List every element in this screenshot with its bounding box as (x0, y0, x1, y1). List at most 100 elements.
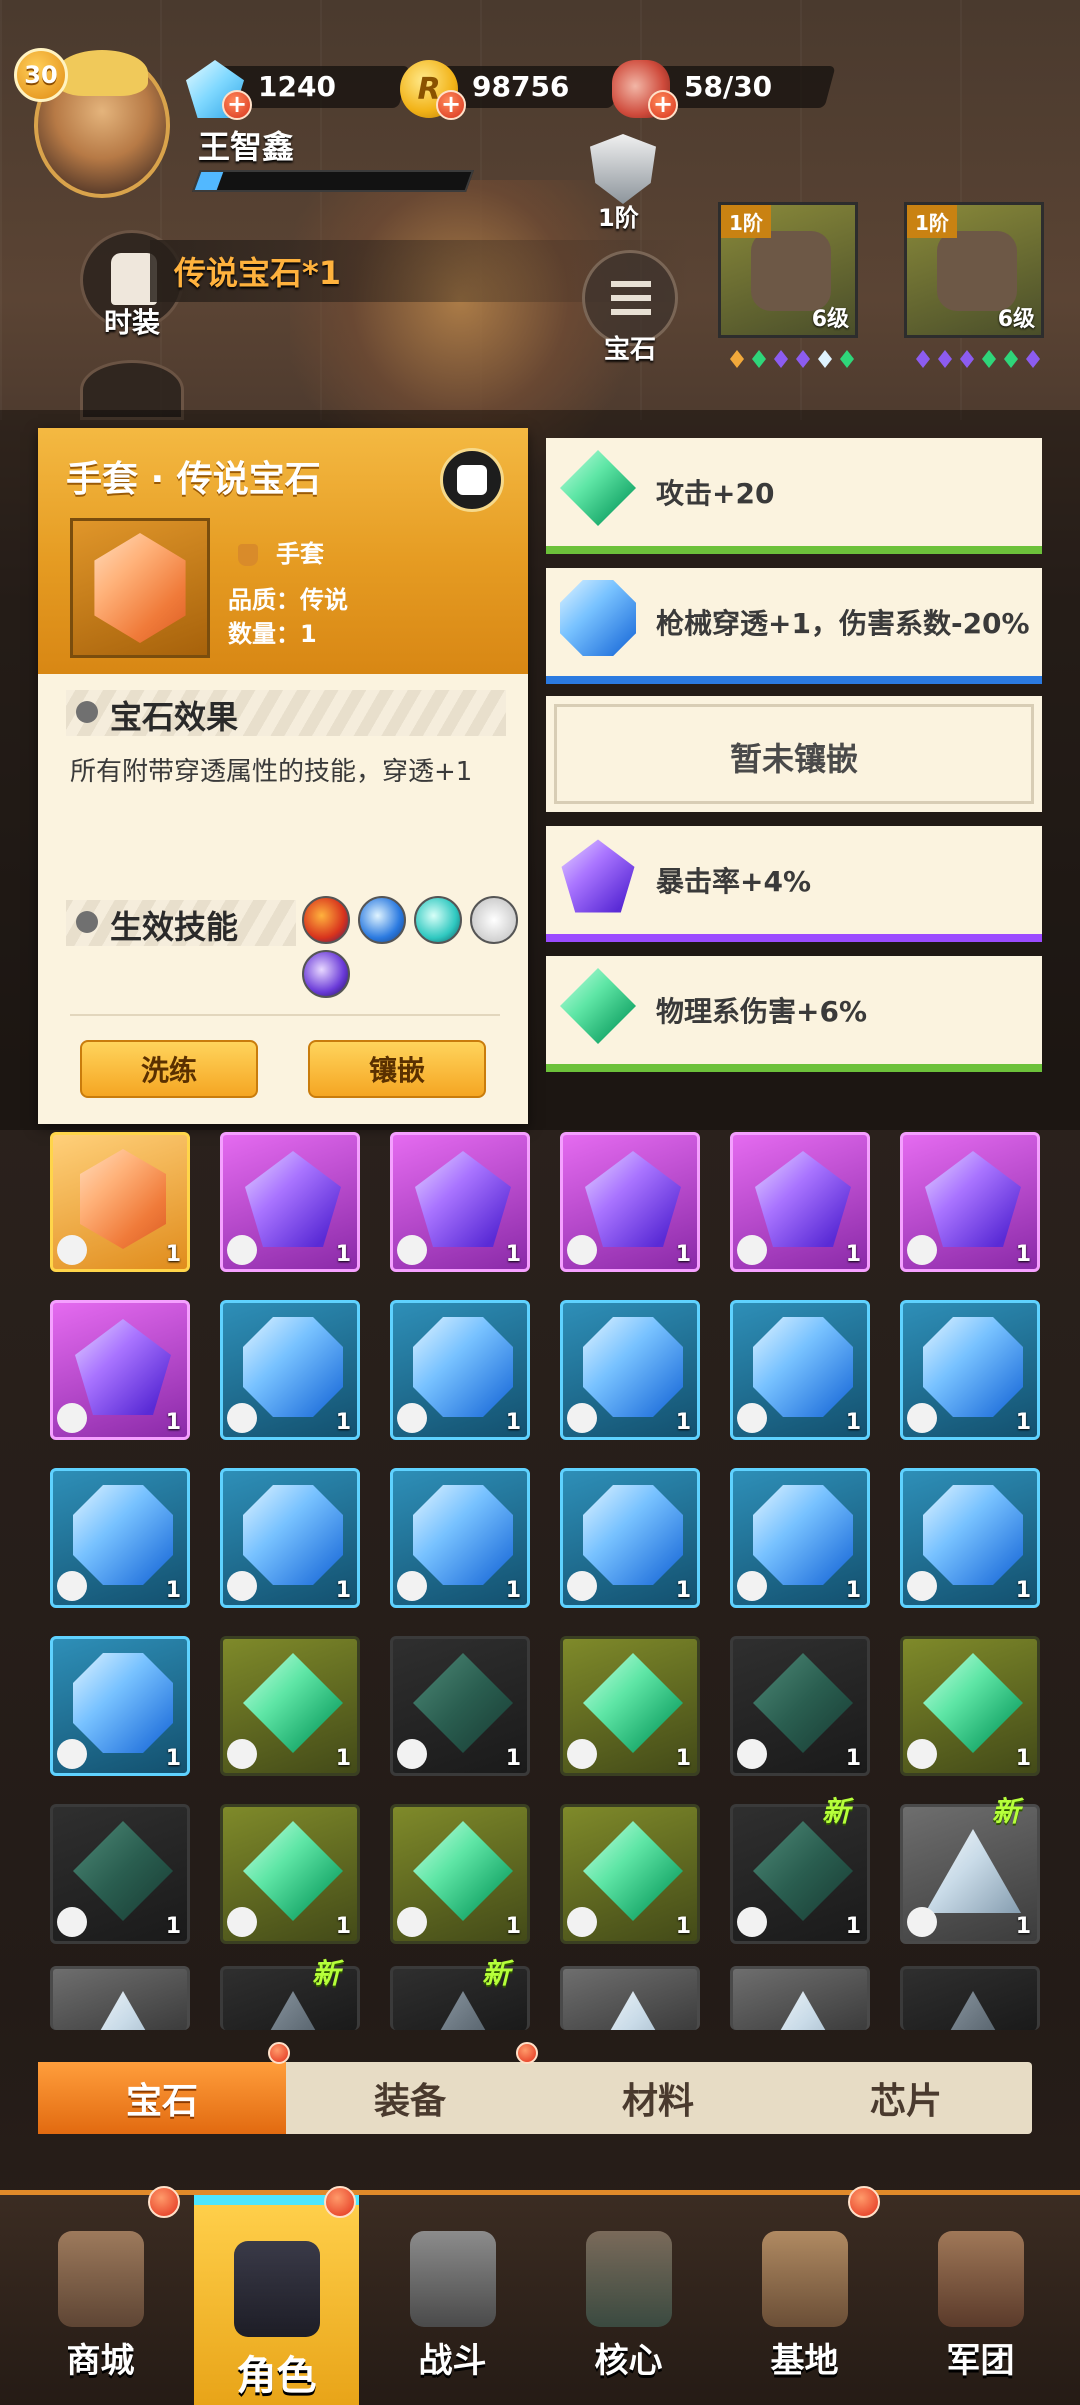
inventory-gem-cell[interactable]: 1 (900, 1300, 1040, 1440)
nav-label: 军团 (946, 2341, 1015, 2381)
gem-count: 1 (675, 1242, 691, 1267)
refine-button[interactable]: 洗练 (80, 1040, 258, 1098)
equipment-helmet[interactable]: 1阶 6级 (718, 202, 858, 338)
inventory-gem-cell[interactable]: 1 (730, 1132, 870, 1272)
resource-diamond[interactable]: + 1240 (186, 60, 426, 120)
inventory-gem-cell[interactable]: 1 (220, 1804, 360, 1944)
inventory-gem-cell[interactable]: 1 (900, 1132, 1040, 1272)
inventory-gem-cell[interactable]: 1 (560, 1468, 700, 1608)
blue-gem-icon (753, 1485, 853, 1585)
gem-slot-text: 攻击+20 (656, 477, 775, 510)
equipment-part-icon (737, 1907, 767, 1937)
inventory-gem-cell[interactable]: 1 (900, 1636, 1040, 1776)
equipment-part-icon (227, 1403, 257, 1433)
inventory-gem-cell[interactable]: 1 (50, 1300, 190, 1440)
effect-description: 所有附带穿透属性的技能，穿透+1 (70, 757, 473, 787)
inventory-gem-cell[interactable]: 1 (50, 1132, 190, 1272)
inlay-button[interactable]: 镶嵌 (308, 1040, 486, 1098)
inventory-gem-cell[interactable]: 1 (560, 1804, 700, 1944)
nav-battle[interactable]: 战斗 (370, 2195, 535, 2405)
check-icon (76, 911, 98, 933)
inventory-gem-cell[interactable]: 1 (390, 1468, 530, 1608)
tab-chips[interactable]: 芯片 (782, 2062, 1030, 2134)
add-coin-button[interactable]: + (436, 90, 466, 120)
inventory-gem-cell[interactable]: 1 (560, 1300, 700, 1440)
blue-gem-icon (413, 1317, 513, 1417)
inventory-gem-cell[interactable]: 1 (220, 1468, 360, 1608)
inventory-gem-cell[interactable]: 1 (390, 1636, 530, 1776)
slot-stripe (546, 546, 1042, 554)
inventory-gem-cell[interactable]: 1 (220, 1132, 360, 1272)
resource-stamina[interactable]: + 58/30 (612, 60, 852, 120)
green-rhombus-gem-icon (560, 968, 636, 1044)
green-gem-icon (923, 1653, 1023, 1753)
swap-button[interactable] (440, 448, 504, 512)
gem-slot-3-empty[interactable]: 暂未镶嵌 (546, 696, 1042, 812)
gem-dot (818, 350, 832, 368)
inventory-gem-cell[interactable]: 1 (560, 1132, 700, 1272)
gem-slot-2[interactable]: 枪械穿透+1，伤害系数-20% (546, 568, 1042, 684)
gem-slot-label: 手套 (276, 540, 324, 568)
inventory-gem-cell[interactable] (50, 1966, 190, 2030)
blue-gem-icon (923, 1317, 1023, 1417)
inventory-gem-cell[interactable]: 1 (50, 1636, 190, 1776)
ice-skill-icon[interactable] (358, 896, 406, 944)
inventory-gem-cell[interactable]: 1 (390, 1804, 530, 1944)
tab-materials[interactable]: 材料 (534, 2062, 782, 2134)
nav-base[interactable]: 基地 (722, 2195, 887, 2405)
purple-gem-icon (585, 1151, 681, 1247)
inventory-gem-cell[interactable]: 1 (50, 1468, 190, 1608)
inventory-gem-cell[interactable] (900, 1966, 1040, 2030)
gem-slot-1[interactable]: 攻击+20 (546, 438, 1042, 554)
inventory-gem-cell[interactable]: 1 (560, 1636, 700, 1776)
inventory-gem-cell[interactable]: 1 (390, 1132, 530, 1272)
inventory-gem-cell[interactable]: 1 (900, 1468, 1040, 1608)
dgreen-gem-icon (753, 1821, 853, 1921)
wind-skill-icon[interactable] (414, 896, 462, 944)
vortex-skill-icon[interactable] (302, 950, 350, 998)
helmet-icon (751, 231, 831, 311)
tab-gem[interactable]: 宝石 (38, 2062, 286, 2134)
gem-slot-5[interactable]: 物理系伤害+6% (546, 956, 1042, 1072)
shop-icon (58, 2231, 144, 2327)
equipment-part-icon (57, 1235, 87, 1265)
purple-gem-icon (245, 1151, 341, 1247)
nav-core[interactable]: 核心 (546, 2195, 711, 2405)
rifle-skill-icon[interactable] (470, 896, 518, 944)
tab-equipment[interactable]: 装备 (286, 2062, 534, 2134)
inventory-gem-cell[interactable] (730, 1966, 870, 2030)
purple-gem-icon (415, 1151, 511, 1247)
inventory-gem-cell[interactable]: 1 (730, 1300, 870, 1440)
inventory-gem-cell[interactable]: 1 (220, 1300, 360, 1440)
slot-stripe (546, 676, 1042, 684)
fire-skill-icon[interactable] (302, 896, 350, 944)
equipment-part-icon (227, 1571, 257, 1601)
equipment-part-icon (737, 1739, 767, 1769)
inventory-gem-cell[interactable]: 1 (390, 1300, 530, 1440)
add-stamina-button[interactable]: + (648, 90, 678, 120)
inventory-gem-cell[interactable]: 1 (730, 1468, 870, 1608)
resource-coin[interactable]: R + 98756 (400, 60, 640, 120)
gem-count: 1 (505, 1746, 521, 1771)
costume-label: 时装 (103, 306, 160, 339)
green-gem-icon (583, 1653, 683, 1753)
blue-gem-icon (753, 1317, 853, 1417)
inventory-gem-cell[interactable]: 1 (730, 1636, 870, 1776)
equipment-part-icon (737, 1403, 767, 1433)
equipment-part-icon (57, 1907, 87, 1937)
gem-dot (1004, 350, 1018, 368)
gem-dot (938, 350, 952, 368)
nav-character[interactable]: 角色 (194, 2195, 359, 2405)
nav-shop[interactable]: 商城 (18, 2195, 183, 2405)
add-diamond-button[interactable]: + (222, 90, 252, 120)
diamond-value: 1240 (258, 70, 336, 103)
inventory-gem-cell[interactable] (560, 1966, 700, 2030)
equipment-gloves[interactable]: 1阶 6级 (904, 202, 1044, 338)
gem-slot-4[interactable]: 暴击率+4% (546, 826, 1042, 942)
divider (70, 1014, 500, 1016)
inventory-gem-cell[interactable]: 1 (220, 1636, 360, 1776)
silver-gem-icon (925, 1829, 1021, 1913)
nav-legion[interactable]: 军团 (898, 2195, 1063, 2405)
gem-menu-button[interactable]: 宝石 (582, 250, 678, 365)
inventory-gem-cell[interactable]: 1 (50, 1804, 190, 1944)
